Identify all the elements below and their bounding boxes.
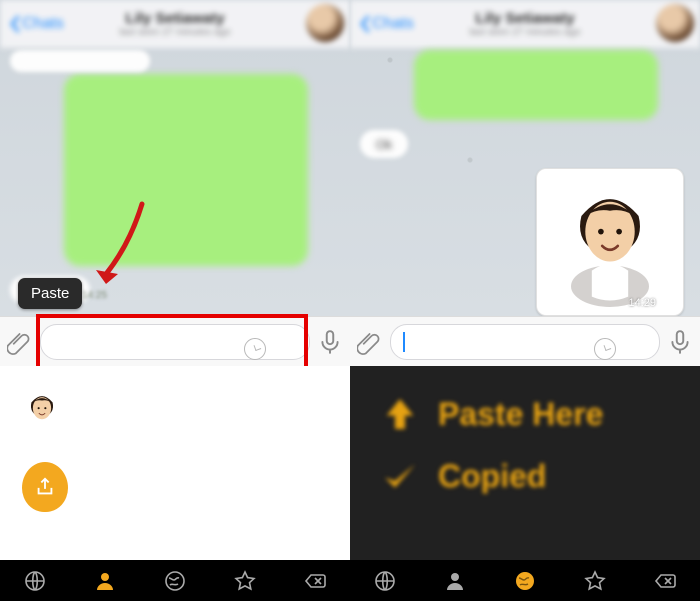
tab-globe[interactable]	[0, 560, 70, 601]
text-caret	[403, 332, 405, 352]
right-sticker-keyboard: Paste Here Copied	[350, 366, 700, 560]
tab-earth-active[interactable]	[490, 560, 560, 601]
delivered-check-icon	[659, 298, 673, 308]
message-timestamp: 14:25	[82, 290, 107, 301]
microphone-icon	[317, 329, 343, 355]
tab-backspace[interactable]	[630, 560, 700, 601]
message-input-row	[0, 316, 700, 367]
star-icon	[233, 569, 257, 593]
tab-person-active[interactable]	[70, 560, 140, 601]
context-menu-paste[interactable]: Paste	[18, 278, 82, 309]
paste-label: Paste	[31, 285, 69, 302]
reply-text: Ok	[376, 137, 393, 152]
attachment-button[interactable]	[357, 329, 383, 355]
person-icon	[443, 569, 467, 593]
arrow-up-icon	[380, 394, 420, 434]
share-icon	[34, 476, 56, 498]
right-chat-panel: Chats Lily Setiawaty last seen 27 minute…	[350, 0, 700, 316]
timer-icon[interactable]	[594, 338, 616, 360]
chevron-left-icon	[8, 15, 22, 33]
attachment-button[interactable]	[7, 329, 33, 355]
microphone-button[interactable]	[317, 329, 343, 355]
share-button[interactable]	[22, 462, 68, 512]
back-to-chats[interactable]: Chats	[0, 15, 64, 33]
person-sticker	[18, 388, 66, 436]
globe-icon	[373, 569, 397, 593]
tab-star[interactable]	[560, 560, 630, 601]
star-icon	[583, 569, 607, 593]
copied-hint: Copied	[380, 456, 546, 496]
sticker-thumbnail[interactable]	[18, 388, 66, 436]
sticker-message[interactable]: 14:29	[536, 168, 684, 316]
message-bubble-incoming: Ok	[360, 130, 408, 158]
earth-icon	[163, 569, 187, 593]
message-bubble-incoming	[10, 50, 150, 72]
back-label: Chats	[22, 15, 64, 33]
timer-icon[interactable]	[244, 338, 266, 360]
sticker-timestamp: 14:29	[628, 297, 673, 309]
contact-status: last seen 27 minutes ago	[469, 27, 580, 38]
avatar[interactable]	[656, 4, 694, 42]
message-input[interactable]	[40, 324, 310, 360]
left-chat-panel: Chats Lily Setiawaty last seen 27 minute…	[0, 0, 350, 316]
globe-icon	[23, 569, 47, 593]
avatar[interactable]	[306, 4, 344, 42]
paste-here-hint: Paste Here	[380, 394, 603, 434]
earth-icon	[513, 569, 537, 593]
attachment-icon	[357, 329, 383, 355]
microphone-icon	[667, 329, 693, 355]
microphone-button[interactable]	[667, 329, 693, 355]
chevron-left-icon	[358, 15, 372, 33]
red-pointer-arrow	[92, 200, 152, 286]
message-bubble-outgoing	[414, 50, 658, 120]
back-label: Chats	[372, 15, 414, 33]
right-top-nav: Chats Lily Setiawaty last seen 27 minute…	[350, 0, 700, 48]
left-top-nav: Chats Lily Setiawaty last seen 27 minute…	[0, 0, 350, 48]
contact-status: last seen 27 minutes ago	[119, 27, 230, 38]
attachment-icon	[7, 329, 33, 355]
back-to-chats[interactable]: Chats	[350, 15, 414, 33]
contact-name: Lily Setiawaty	[119, 10, 230, 27]
message-input-focused[interactable]	[390, 324, 660, 360]
tab-star[interactable]	[210, 560, 280, 601]
contact-name: Lily Setiawaty	[469, 10, 580, 27]
backspace-icon	[653, 569, 677, 593]
tab-earth[interactable]	[140, 560, 210, 601]
keyboard-tabbar	[0, 560, 700, 601]
backspace-icon	[303, 569, 327, 593]
person-sticker	[545, 177, 675, 307]
person-icon	[93, 569, 117, 593]
tab-person[interactable]	[420, 560, 490, 601]
tab-backspace[interactable]	[280, 560, 350, 601]
tab-globe[interactable]	[350, 560, 420, 601]
check-icon	[380, 456, 420, 496]
